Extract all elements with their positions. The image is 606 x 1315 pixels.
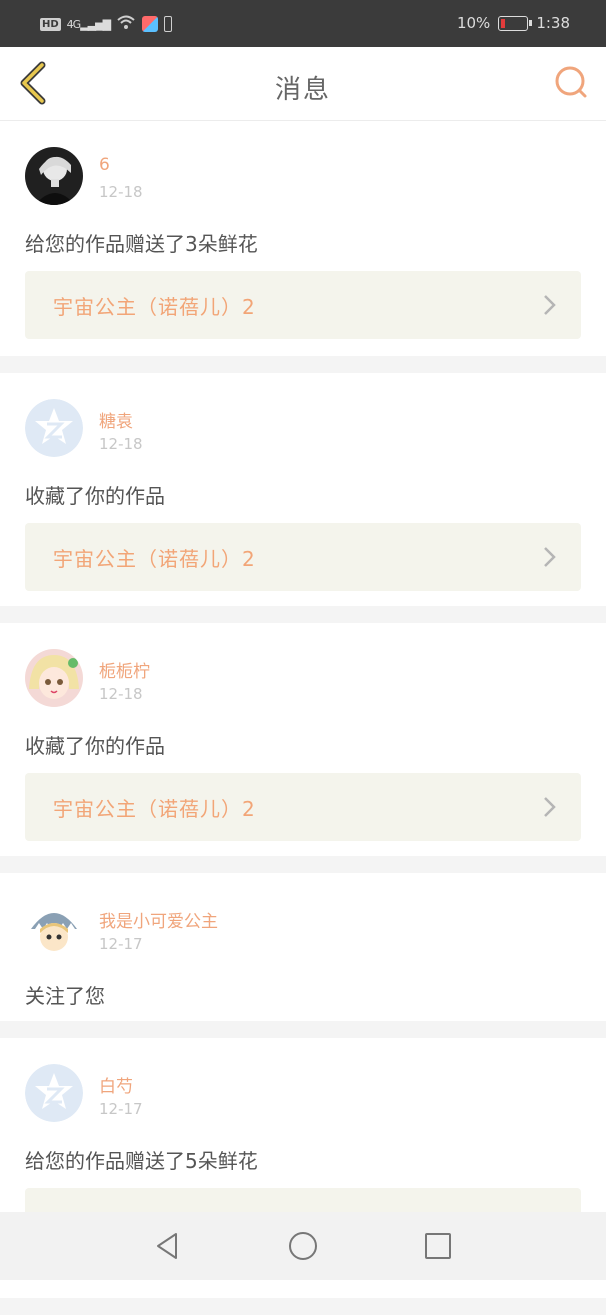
default-avatar-icon <box>25 1064 83 1122</box>
message-date: 12-18 <box>99 685 143 703</box>
message-date: 12-18 <box>99 435 143 453</box>
message-card[interactable]: 栀栀柠 12-18 收藏了你的作品 宇宙公主（诺蓓儿）2 <box>0 623 606 856</box>
username[interactable]: 6 <box>99 155 110 175</box>
username[interactable]: 白芍 <box>99 1072 133 1097</box>
work-title: 宇宙公主（诺蓓儿）2 <box>53 295 256 319</box>
username[interactable]: 我是小可爱公主 <box>99 907 218 932</box>
avatar[interactable] <box>25 899 83 957</box>
recents-square-icon <box>425 1233 451 1259</box>
message-action: 给您的作品赠送了3朵鲜花 <box>25 232 258 256</box>
message-action: 收藏了你的作品 <box>25 484 165 508</box>
hd-icon: HD <box>40 17 61 31</box>
system-nav-bar <box>0 1212 606 1280</box>
wifi-icon <box>116 14 136 34</box>
avatar[interactable] <box>25 147 83 205</box>
signal-icon: 4G▂▃▅▇ <box>66 17 111 31</box>
message-card[interactable]: 6 12-18 给您的作品赠送了3朵鲜花 宇宙公主（诺蓓儿）2 <box>0 121 606 356</box>
message-list: 6 12-18 给您的作品赠送了3朵鲜花 宇宙公主（诺蓓儿）2 糖袁 12-18… <box>0 121 606 1315</box>
chevron-right-icon <box>544 547 556 567</box>
chevron-right-icon <box>544 295 556 315</box>
username[interactable]: 糖袁 <box>99 407 133 432</box>
message-card[interactable]: 我是小可爱公主 12-17 关注了您 <box>0 873 606 1021</box>
message-date: 12-17 <box>99 1100 143 1118</box>
message-date: 12-17 <box>99 935 143 953</box>
message-date: 12-18 <box>99 183 143 201</box>
home-circle-icon <box>289 1232 317 1260</box>
work-title: 宇宙公主（诺蓓儿）2 <box>53 547 256 571</box>
battery-small-icon <box>164 16 173 32</box>
status-bar: HD 4G▂▃▅▇ 10% 1:38 <box>0 0 606 47</box>
back-triangle-icon <box>157 1233 177 1259</box>
avatar[interactable] <box>25 1064 83 1122</box>
app-icon <box>142 16 159 32</box>
nav-home-button[interactable] <box>287 1230 319 1262</box>
battery-icon <box>498 15 533 31</box>
app-header: 消息 <box>0 47 606 121</box>
message-action: 给您的作品赠送了5朵鲜花 <box>25 1149 258 1173</box>
avatar[interactable] <box>25 399 83 457</box>
message-action: 关注了您 <box>25 984 105 1008</box>
nav-recents-button[interactable] <box>422 1230 454 1262</box>
battery-percent: 10% <box>456 14 491 32</box>
nav-back-button[interactable] <box>152 1230 184 1262</box>
work-link[interactable]: 宇宙公主（诺蓓儿）2 <box>25 773 581 841</box>
default-avatar-icon <box>25 399 83 457</box>
search-button[interactable] <box>552 63 592 103</box>
work-link[interactable]: 宇宙公主（诺蓓儿）2 <box>25 523 581 591</box>
message-action: 收藏了你的作品 <box>25 734 165 758</box>
search-icon <box>555 66 587 98</box>
work-title: 宇宙公主（诺蓓儿）2 <box>53 797 256 821</box>
chevron-right-icon <box>544 797 556 817</box>
work-link[interactable]: 宇宙公主（诺蓓儿）2 <box>25 271 581 339</box>
avatar[interactable] <box>25 649 83 707</box>
message-card[interactable]: 糖袁 12-18 收藏了你的作品 宇宙公主（诺蓓儿）2 <box>0 373 606 606</box>
page-title: 消息 <box>274 75 331 105</box>
clock: 1:38 <box>536 14 570 32</box>
username[interactable]: 栀栀柠 <box>99 657 150 682</box>
